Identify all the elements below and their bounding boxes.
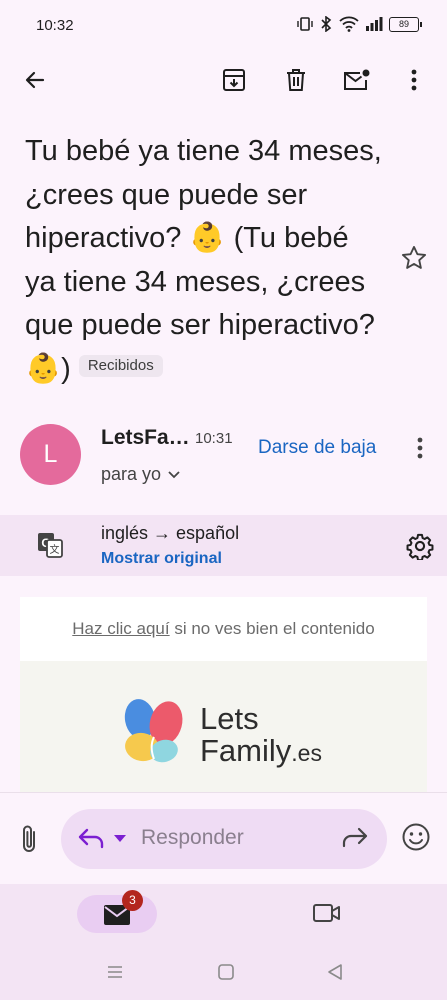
- newsletter-header: Lets Family.es: [20, 661, 427, 792]
- attach-button[interactable]: [14, 821, 44, 857]
- reply-placeholder: Responder: [141, 826, 244, 849]
- more-vert-icon: [417, 437, 423, 459]
- battery-indicator: 89: [389, 16, 422, 32]
- reply-arrow-icon: [78, 828, 104, 849]
- status-time: 10:32: [36, 17, 74, 34]
- forward-icon[interactable]: [341, 825, 369, 849]
- home-icon[interactable]: [217, 963, 235, 981]
- recipient-details-toggle[interactable]: para yo: [101, 464, 181, 485]
- more-options-button[interactable]: [392, 58, 436, 102]
- email-subject: Tu bebé ya tiene 34 meses, ¿crees que pu…: [25, 130, 385, 391]
- reply-input[interactable]: Responder: [61, 809, 387, 869]
- archive-icon: [223, 69, 245, 91]
- gear-icon: [406, 533, 434, 560]
- mark-unread-button[interactable]: [334, 58, 378, 102]
- status-bar: 10:32 89: [0, 0, 447, 52]
- body-notice-text: si no ves bien el contenido: [169, 619, 375, 638]
- letsfamily-logo-icon: [124, 699, 183, 763]
- body-notice: Haz clic aquí si no ves bien el contenid…: [20, 597, 427, 661]
- bluetooth-icon: [321, 16, 332, 32]
- mail-unread-badge: 3: [122, 890, 143, 911]
- letsfamily-logo-text: Lets Family.es: [200, 703, 322, 769]
- more-vert-icon: [411, 69, 417, 91]
- view-online-link[interactable]: Haz clic aquí: [72, 619, 169, 638]
- attachment-icon: [23, 825, 35, 852]
- recipient-text: para yo: [101, 464, 162, 484]
- logo-line-2: Family: [200, 733, 292, 768]
- subject-text: Tu bebé ya tiene 34 meses, ¿crees que pu…: [25, 135, 382, 385]
- video-camera-icon: [313, 904, 340, 922]
- avatar[interactable]: L: [20, 424, 81, 485]
- emoji-icon: [402, 823, 430, 851]
- translation-bar: G文 inglés → español Mostrar original: [0, 515, 447, 576]
- sender-time: 10:31: [195, 430, 233, 447]
- mark-unread-icon: [344, 69, 370, 90]
- back-nav-icon[interactable]: [326, 963, 344, 981]
- wifi-icon: [339, 16, 359, 32]
- bottom-navigation: 3: [0, 884, 447, 946]
- status-icons: 89: [297, 16, 422, 32]
- archive-button[interactable]: [212, 58, 256, 102]
- star-button[interactable]: [400, 244, 428, 277]
- trash-icon: [287, 69, 305, 91]
- sender-more-button[interactable]: [398, 426, 442, 470]
- signal-icon: [366, 17, 383, 31]
- unsubscribe-link[interactable]: Darse de baja: [258, 437, 376, 459]
- nav-meet-tab[interactable]: [312, 902, 342, 929]
- reply-options-caret-icon[interactable]: [113, 833, 127, 843]
- translation-settings-button[interactable]: [398, 524, 442, 568]
- recents-icon[interactable]: [107, 964, 123, 980]
- sender-row: L LetsFa… 10:31 Darse de baja para yo: [0, 420, 447, 500]
- delete-button[interactable]: [274, 58, 318, 102]
- nav-mail-tab[interactable]: 3: [77, 890, 157, 933]
- logo-line-1: Lets: [200, 701, 259, 736]
- system-navigation-bar: [0, 946, 447, 1000]
- back-arrow-icon: [25, 71, 45, 89]
- back-button[interactable]: [13, 58, 57, 102]
- message-toolbar: [0, 52, 447, 108]
- chevron-down-icon: [168, 470, 180, 478]
- emoji-button[interactable]: [401, 822, 431, 857]
- translate-icon: G文: [36, 531, 64, 564]
- inbox-label-chip[interactable]: Recibidos: [78, 354, 163, 377]
- sender-name[interactable]: LetsFa…: [101, 426, 190, 450]
- reply-bar: Responder: [0, 792, 447, 884]
- vibrate-icon: [297, 17, 313, 31]
- star-icon: [401, 245, 427, 269]
- logo-suffix: .es: [291, 740, 322, 766]
- show-original-link[interactable]: Mostrar original: [101, 550, 222, 568]
- svg-text:文: 文: [50, 543, 60, 556]
- email-body: Haz clic aquí si no ves bien el contenid…: [20, 597, 427, 792]
- translation-languages: inglés → español: [101, 523, 240, 543]
